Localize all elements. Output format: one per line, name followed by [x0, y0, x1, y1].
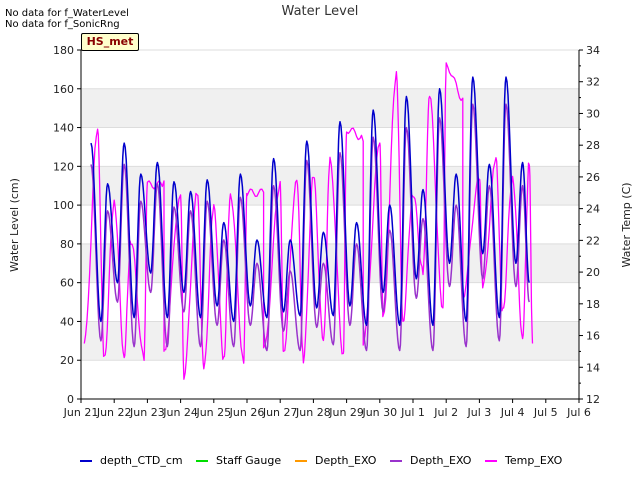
y2-tick-label: 16 [586, 330, 600, 343]
x-tick-label: Jul 4 [500, 406, 525, 419]
y2-tick-label: 26 [586, 171, 600, 184]
y2-axis-label: Water Temp (C) [620, 182, 633, 267]
legend-label-staff-gauge: Staff Gauge [216, 454, 282, 467]
y2-tick-label: 18 [586, 298, 600, 311]
x-tick-label: Jun 26 [229, 406, 265, 419]
x-tick-label: Jun 28 [295, 406, 331, 419]
y-tick-label: 20 [60, 354, 74, 367]
water-level-chart: 0 20 40 60 80 100 120 140 160 180 12 14 16 18 20 22 24 26… [8, 4, 633, 419]
y-tick-label: 120 [53, 160, 74, 173]
legend-label-depth-exo-orange: Depth_EXO [315, 454, 377, 467]
x-tick-label: Jun 22 [96, 406, 132, 419]
x-tick-label: Jul 3 [467, 406, 492, 419]
legend-swatch-depth-exo [390, 459, 402, 462]
y2-tick-label: 12 [586, 393, 600, 406]
y2-tick-label: 34 [586, 44, 600, 57]
x-tick-label: Jul 5 [533, 406, 558, 419]
legend-item-temp-exo: Temp_EXO [485, 454, 562, 467]
y-tick-label: 0 [67, 393, 74, 406]
x-tick-label: Jul 1 [400, 406, 425, 419]
y-tick-label: 60 [60, 277, 74, 290]
x-tick-label: Jun 27 [262, 406, 298, 419]
y-tick-label: 100 [53, 199, 74, 212]
y2-tick-label: 20 [586, 266, 600, 279]
station-badge-text: HS_met [86, 35, 134, 48]
legend-swatch-depth-exo-orange [295, 459, 307, 462]
chart-title: Water Level [282, 4, 359, 19]
y-tick-label: 80 [60, 238, 74, 251]
y-tick-label: 140 [53, 122, 74, 135]
y-tick-label: 180 [53, 44, 74, 57]
legend-item-depth-exo: Depth_EXO [390, 454, 471, 467]
x-tick-label: Jun 23 [129, 406, 165, 419]
legend-swatch-temp-exo [485, 459, 497, 462]
y2-tick-label: 32 [586, 76, 600, 89]
x-tick-label: Jun 29 [328, 406, 364, 419]
y2-tick-label: 28 [586, 139, 600, 152]
x-tick-label: Jul 6 [566, 406, 591, 419]
legend: depth_CTD_cm Staff Gauge Depth_EXO Depth… [0, 454, 640, 468]
y2-tick-label: 24 [586, 203, 600, 216]
y2-tick-label: 14 [586, 361, 600, 374]
y-tick-label: 40 [60, 315, 74, 328]
legend-item-depth-exo-orange: Depth_EXO [295, 454, 376, 467]
legend-label-depth-ctd: depth_CTD_cm [100, 454, 183, 467]
x-tick-label: Jun 30 [361, 406, 397, 419]
legend-item-depth-ctd: depth_CTD_cm [80, 454, 183, 467]
x-tick-label: Jun 21 [63, 406, 99, 419]
x-tick-label: Jul 2 [433, 406, 458, 419]
grid-band [81, 243, 579, 283]
legend-swatch-depth-ctd [80, 459, 92, 462]
y-axis-label: Water Level (cm) [8, 178, 21, 272]
station-badge: HS_met [81, 33, 139, 51]
y2-tick-label: 30 [586, 107, 600, 120]
y2-tick-label: 22 [586, 234, 600, 247]
legend-label-depth-exo: Depth_EXO [410, 454, 472, 467]
x-tick-label: Jun 24 [162, 406, 198, 419]
x-tick-label: Jun 25 [195, 406, 231, 419]
legend-item-staff-gauge: Staff Gauge [196, 454, 281, 467]
legend-swatch-staff-gauge [196, 459, 208, 462]
no-data-note-sonicrng: No data for f_SonicRng [5, 19, 120, 30]
legend-label-temp-exo: Temp_EXO [505, 454, 563, 467]
y-tick-label: 160 [53, 83, 74, 96]
